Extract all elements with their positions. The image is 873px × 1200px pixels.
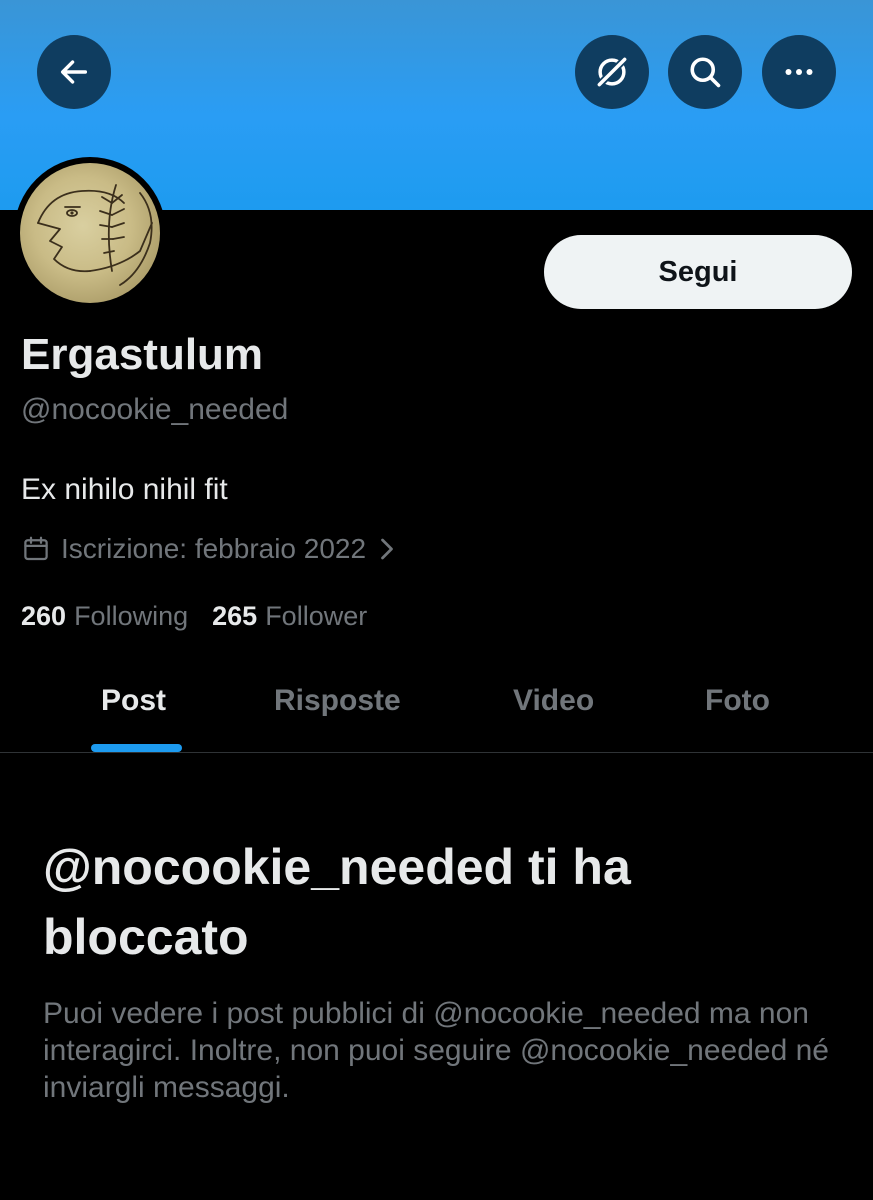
- tab-video[interactable]: Video: [513, 684, 594, 718]
- search-button[interactable]: [668, 35, 742, 109]
- grok-icon: [594, 54, 630, 90]
- active-tab-indicator: [91, 744, 182, 752]
- profile-bio: Ex nihilo nihil fit: [21, 473, 228, 506]
- follow-button[interactable]: Segui: [544, 235, 852, 309]
- join-date-row[interactable]: Iscrizione: febbraio 2022: [21, 533, 406, 565]
- display-name: Ergastulum: [21, 330, 264, 379]
- followers-stat[interactable]: 265 Follower: [212, 601, 367, 632]
- join-date-label: Iscrizione: febbraio 2022: [61, 533, 367, 564]
- profile-handle: @nocookie_needed: [21, 393, 289, 426]
- profile-tabs: Post Risposte Video Foto: [0, 660, 873, 753]
- search-icon: [690, 57, 721, 88]
- blocked-title: @nocookie_needed ti ha bloccato: [43, 839, 631, 965]
- follow-stats: 260 Following 265 Follower: [21, 601, 391, 632]
- arrow-left-icon: [60, 60, 88, 84]
- avatar-container[interactable]: [14, 157, 166, 309]
- tab-risposte[interactable]: Risposte: [274, 684, 401, 718]
- more-options-button[interactable]: [762, 35, 836, 109]
- avatar[interactable]: [20, 163, 160, 303]
- followers-count: 265: [212, 601, 258, 631]
- grok-button[interactable]: [575, 35, 649, 109]
- followers-label: Follower: [265, 601, 368, 631]
- back-button[interactable]: [37, 35, 111, 109]
- calendar-icon: [24, 536, 48, 561]
- tab-foto[interactable]: Foto: [705, 684, 770, 718]
- blocked-message: Puoi vedere i post pubblici di @nocookie…: [43, 997, 829, 1104]
- more-horizontal-icon: [785, 69, 813, 75]
- tab-post[interactable]: Post: [101, 684, 166, 718]
- following-stat[interactable]: 260 Following: [21, 601, 188, 632]
- chevron-right-icon: [381, 538, 393, 560]
- following-label: Following: [74, 601, 189, 631]
- following-count: 260: [21, 601, 67, 631]
- avatar-image: [37, 184, 153, 286]
